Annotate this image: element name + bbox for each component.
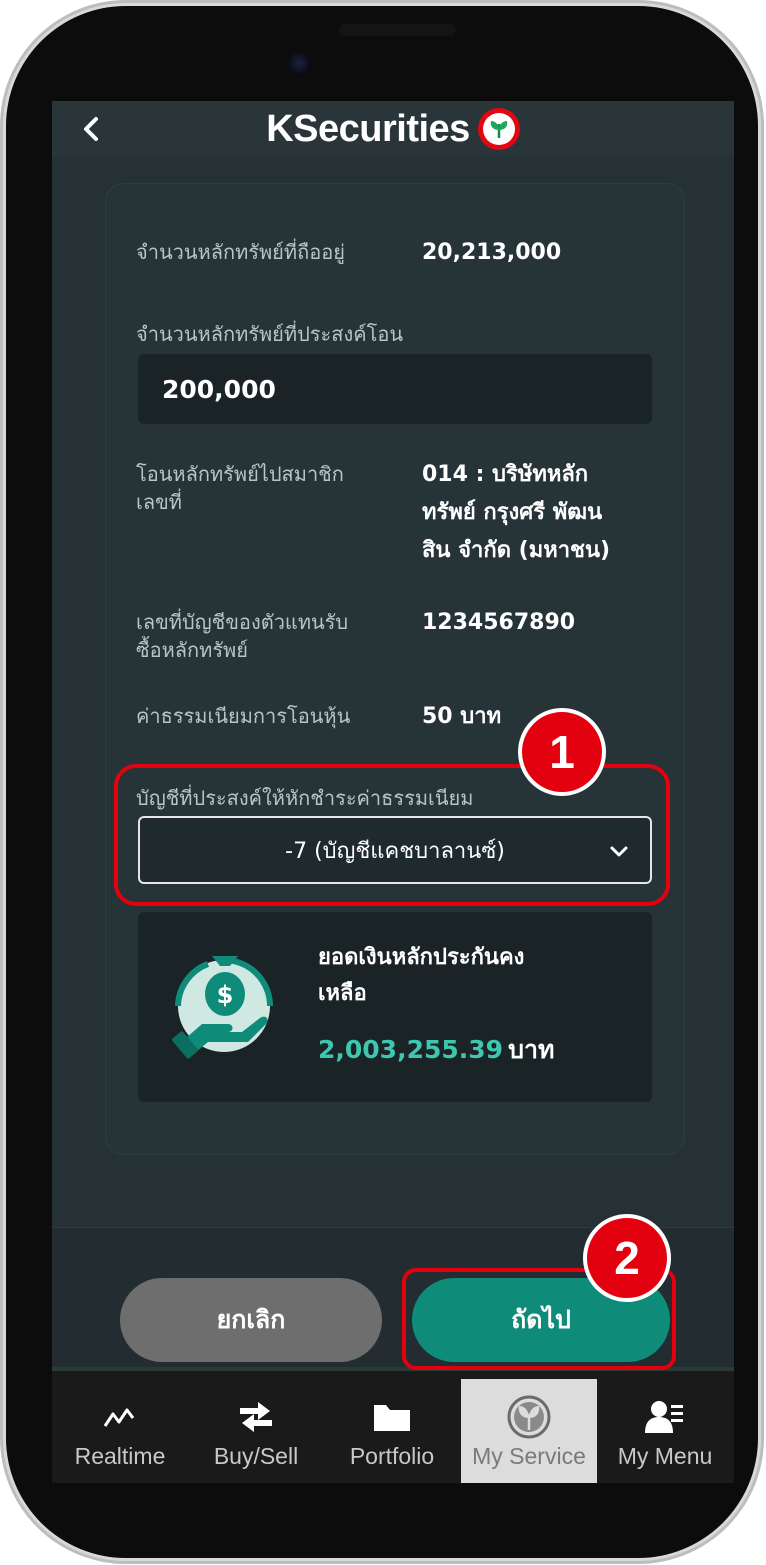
cancel-button[interactable]: ยกเลิก [120,1278,382,1362]
brand-logo: KSecurities [266,108,520,151]
tab-portfolio-label: Portfolio [349,1443,435,1469]
balance-title-line1: ยอดเงินหลักประกันคง [318,945,525,970]
tab-realtime-label: Realtime [74,1443,166,1469]
front-camera [288,52,312,76]
tab-buy-sell-label: Buy/Sell [213,1443,299,1469]
money-hand-icon: $ [168,946,278,1062]
step2-badge: 2 [583,1214,671,1302]
balance-title-line2: เหลือ [318,981,367,1006]
holding-label: จำนวนหลักทรัพย์ที่ถืออยู่ [136,240,345,264]
collateral-balance-amount-row: 2,003,255.39 บาท [318,1030,555,1070]
broker-value: 014 : บริษัทหลัก ทรัพย์ กรุงศรี พัฒน สิน… [422,456,662,570]
brand-name: KSecurities [266,107,470,150]
broker-label: โอนหลักทรัพย์ไปสมาชิก เลขที่ [136,460,386,516]
collateral-balance-unit: บาท [508,1035,555,1064]
swap-arrows-icon [188,1397,324,1437]
bottom-tab-bar: Realtime Buy/Sell Portfolio My Service M… [52,1367,734,1483]
step1-badge: 1 [518,708,606,796]
broker-label-line1: โอนหลักทรัพย์ไปสมาชิก [136,462,344,486]
collateral-balance-box: $ ยอดเงินหลักประกันคง เหลือ 2,003,255.39… [138,912,652,1102]
collateral-balance-amount: 2,003,255.39 [318,1035,504,1064]
back-button[interactable] [72,109,112,149]
chevron-left-icon [84,117,98,141]
tab-realtime[interactable]: Realtime [52,1379,188,1483]
broker-value-line1: 014 : บริษัทหลัก [422,462,589,487]
broker-value-line3: สิน จำกัด (มหาชน) [422,538,611,563]
earpiece-speaker [339,24,456,36]
broker-label-line2: เลขที่ [136,490,182,514]
folder-icon [324,1397,460,1437]
transfer-form-card: จำนวนหลักทรัพย์ที่ถืออยู่ 20,213,000 จำน… [105,183,685,1155]
agent-account-label: เลขที่บัญชีของตัวแทนรับ ซื้อหลักทรัพย์ [136,608,396,664]
tab-my-menu[interactable]: My Menu [597,1379,733,1483]
tab-buy-sell[interactable]: Buy/Sell [188,1379,324,1483]
collateral-balance-title: ยอดเงินหลักประกันคง เหลือ [318,940,618,1012]
chart-line-icon [52,1397,188,1437]
content-area[interactable]: จำนวนหลักทรัพย์ที่ถืออยู่ 20,213,000 จำน… [52,157,734,1227]
tab-my-service-label: My Service [472,1443,586,1469]
transfer-qty-label: จำนวนหลักทรัพย์ที่ประสงค์โอน [136,322,404,346]
agent-account-label-line1: เลขที่บัญชีของตัวแทนรับ [136,610,349,634]
user-menu-icon [597,1397,733,1437]
top-bar: KSecurities [52,101,734,157]
transfer-qty-input[interactable]: 200,000 [138,354,652,424]
broker-value-line2: ทรัพย์ กรุงศรี พัฒน [422,500,603,525]
tab-my-service[interactable]: My Service [461,1379,597,1483]
fee-label: ค่าธรรมเนียมการโอนหุ้น [136,704,351,728]
agent-account-label-line2: ซื้อหลักทรัพย์ [136,638,248,662]
agent-account-value: 1234567890 [422,610,576,635]
tab-my-menu-label: My Menu [617,1443,713,1469]
kbank-leaf-icon [461,1395,597,1439]
tab-portfolio[interactable]: Portfolio [324,1379,460,1483]
svg-text:$: $ [217,981,234,1009]
kbank-emblem-icon [477,108,520,150]
holding-value: 20,213,000 [422,240,562,265]
fee-value: 50 บาท [422,704,502,729]
